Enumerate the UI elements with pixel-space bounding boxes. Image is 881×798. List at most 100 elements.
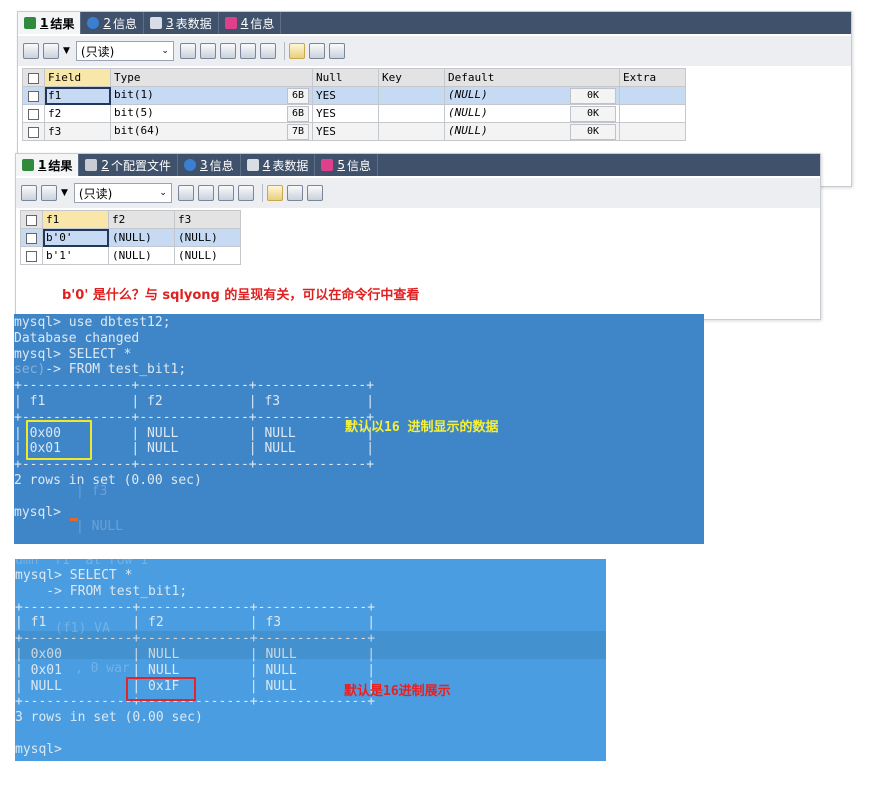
columns-table: Field Type Null Key Default Extra f1 bit… [22, 68, 686, 141]
grid-view-icon[interactable] [266, 185, 283, 201]
chart-icon [224, 17, 237, 29]
table-row[interactable]: b'0' (NULL) (NULL) [20, 228, 241, 247]
cell-f3[interactable]: (NULL) [174, 246, 241, 265]
copy-icon[interactable] [41, 185, 57, 201]
tab-profile[interactable]: 2 个配置文件 [79, 154, 179, 176]
cell-key[interactable] [378, 104, 445, 123]
tab-info-2[interactable]: 4 信息 [219, 12, 282, 34]
duplicate-row-icon[interactable] [197, 185, 214, 201]
cell-default[interactable]: (NULL) 0K [444, 122, 620, 141]
header-field[interactable]: Field [44, 68, 111, 87]
select-all-checkbox[interactable] [22, 68, 45, 87]
profile-icon [85, 159, 98, 171]
tab-info[interactable]: 2 信息 [81, 12, 145, 34]
header-type[interactable]: Type [110, 68, 313, 87]
tab-info[interactable]: 3 信息 [178, 154, 241, 176]
delete-icon[interactable] [239, 43, 256, 59]
header-key[interactable]: Key [378, 68, 445, 87]
divider [283, 42, 285, 60]
cell-field[interactable]: f1 [44, 86, 111, 105]
annotation-hex: 默认以16 进制显示的数据 [345, 420, 499, 435]
header-null[interactable]: Null [312, 68, 379, 87]
cell-extra[interactable] [619, 104, 686, 123]
cell-type[interactable]: bit(64) 7B [110, 122, 313, 141]
grid-view-icon[interactable] [288, 43, 305, 59]
table-row[interactable]: f3 bit(64) 7B YES (NULL) 0K [22, 122, 686, 141]
terminal-line: | f1 | f2 | f3 | [14, 393, 375, 409]
cell-extra[interactable] [619, 86, 686, 105]
cell-f1[interactable]: b'0' [42, 228, 109, 247]
length-badge: 6B [286, 105, 309, 122]
cell-extra[interactable] [619, 122, 686, 141]
form-view-icon[interactable] [286, 185, 303, 201]
terminal-2: umn 'f1' at row 1 (f1) VA , 0 war mysql>… [15, 559, 606, 761]
duplicate-row-icon[interactable] [199, 43, 216, 59]
row-checkbox[interactable] [20, 228, 43, 247]
delete-icon[interactable] [217, 185, 234, 201]
cancel-icon[interactable] [259, 43, 276, 59]
terminal-line: mysql> SELECT * [14, 346, 132, 362]
cell-key[interactable] [378, 86, 445, 105]
cell-type[interactable]: bit(1) 6B [110, 86, 313, 105]
cell-f2[interactable]: (NULL) [108, 246, 175, 265]
cell-f2[interactable]: (NULL) [108, 228, 175, 247]
chevron-down-icon[interactable]: ▼ [61, 188, 68, 198]
chevron-down-icon[interactable]: ▼ [63, 46, 70, 56]
header-extra[interactable]: Extra [619, 68, 686, 87]
cell-key[interactable] [378, 122, 445, 141]
cell-null[interactable]: YES [312, 86, 379, 105]
chart-icon [321, 159, 334, 171]
cell-f1[interactable]: b'1' [42, 246, 109, 265]
header-f1[interactable]: f1 [42, 210, 109, 229]
tab-info-2[interactable]: 5 信息 [315, 154, 378, 176]
readonly-select[interactable]: (只读) ⌄ [73, 183, 172, 203]
row-checkbox[interactable] [22, 104, 45, 123]
row-checkbox[interactable] [22, 86, 45, 105]
terminal-line: 3 rows in set (0.00 sec) [15, 710, 203, 726]
cell-field[interactable]: f3 [44, 122, 111, 141]
terminal-line: mysql> [14, 504, 69, 520]
cell-type[interactable]: bit(5) 6B [110, 104, 313, 123]
table-row[interactable]: f2 bit(5) 6B YES (NULL) 0K [22, 104, 686, 123]
terminal-line: | NULL | 0x1F | NULL | [15, 678, 376, 694]
cell-null[interactable]: YES [312, 104, 379, 123]
text-view-icon[interactable] [328, 43, 345, 59]
row-checkbox[interactable] [22, 122, 45, 141]
table-row[interactable]: b'1' (NULL) (NULL) [20, 246, 241, 265]
tab-table-data[interactable]: 4 表数据 [241, 154, 316, 176]
export-icon[interactable] [21, 185, 37, 201]
cell-null[interactable]: YES [312, 122, 379, 141]
row-checkbox[interactable] [20, 246, 43, 265]
annotation-hex-display: 默认是16进制展示 [344, 684, 451, 699]
cell-f3[interactable]: (NULL) [174, 228, 241, 247]
cell-field[interactable]: f2 [44, 104, 111, 123]
readonly-select[interactable]: (只读) ⌄ [75, 41, 174, 61]
info-icon [184, 159, 197, 171]
save-icon[interactable] [219, 43, 236, 59]
cell-default[interactable]: (NULL) 0K [444, 86, 620, 105]
tab-result[interactable]: 1 结果 [18, 12, 82, 34]
length-badge: 6B [286, 87, 309, 104]
tab-table-data[interactable]: 3 表数据 [144, 12, 219, 34]
add-row-icon[interactable] [179, 43, 196, 59]
header-f2[interactable]: f2 [108, 210, 175, 229]
text-view-icon[interactable] [306, 185, 323, 201]
note-text: b'0' 是什么？与 sqlyong 的呈现有关，可以在命令行中查看 [62, 288, 420, 303]
table-row[interactable]: f1 bit(1) 6B YES (NULL) 0K [22, 86, 686, 105]
tab-result[interactable]: 1 结果 [16, 154, 80, 176]
header-row: f1 f2 f3 [20, 210, 241, 229]
tab-bar: 1 结果 2 个配置文件 3 信息 4 表数据 5 信息 [16, 154, 820, 176]
export-icon[interactable] [23, 43, 39, 59]
form-view-icon[interactable] [308, 43, 325, 59]
ghost-text: (f1) VA [55, 621, 110, 636]
cancel-icon[interactable] [237, 185, 254, 201]
add-row-icon[interactable] [177, 185, 194, 201]
header-default[interactable]: Default [444, 68, 620, 87]
terminal-line: +--------------+--------------+---------… [15, 599, 376, 615]
cell-default[interactable]: (NULL) 0K [444, 104, 620, 123]
select-all-checkbox[interactable] [20, 210, 43, 229]
header-f3[interactable]: f3 [174, 210, 241, 229]
ok-badge: 0K [570, 105, 616, 122]
copy-icon[interactable] [43, 43, 59, 59]
